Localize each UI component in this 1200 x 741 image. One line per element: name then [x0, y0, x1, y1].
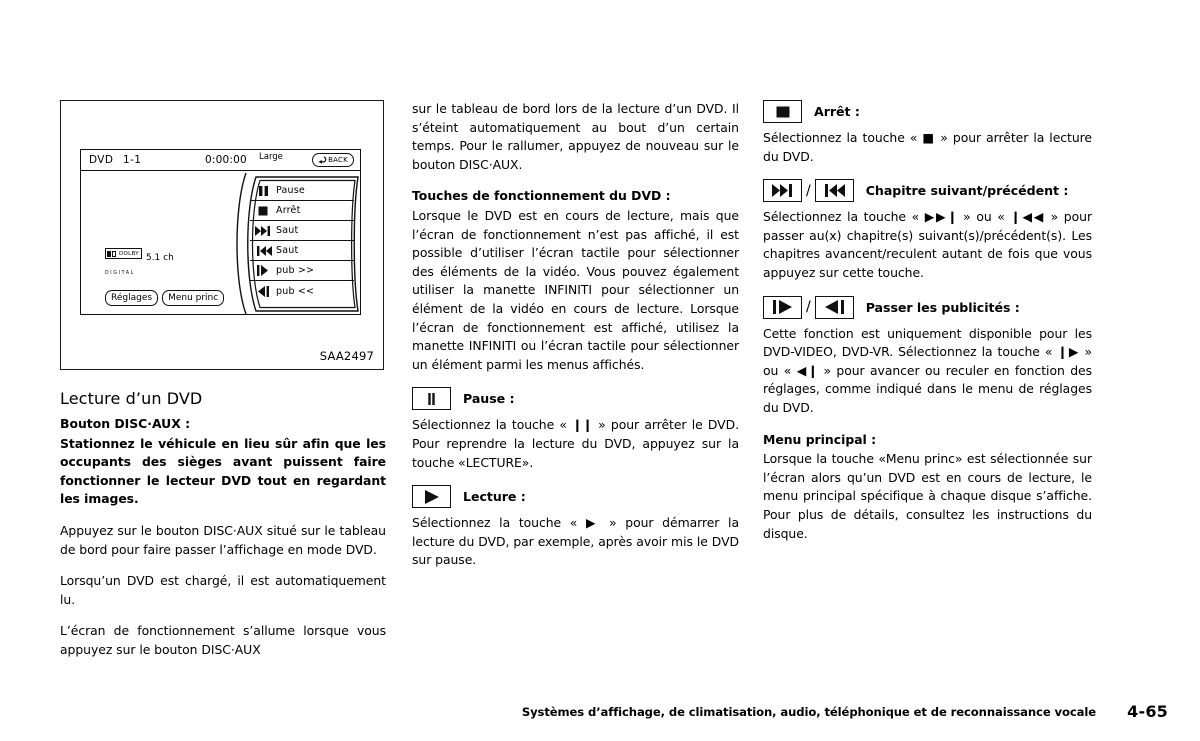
- paragraph-3: L’écran de fonctionnement s’allume lorsq…: [60, 623, 386, 657]
- column-three: Arrêt : Sélectionnez la touche « ■ » pou…: [763, 100, 1092, 556]
- dolby-digital-logo: DOLBY DIGITAL: [105, 248, 142, 278]
- heading-play-label: Lecture :: [463, 489, 526, 505]
- figure-code: SAA2497: [319, 349, 374, 363]
- skip-backward-icon: [250, 245, 276, 256]
- play-body: Sélectionnez la touche « ▶ » pour démarr…: [412, 515, 739, 568]
- pause-icon: [412, 387, 451, 411]
- channel-count: 5.1 ch: [145, 253, 174, 263]
- subheading-dvd-keys: Touches de fonctionnement du DVD :: [412, 188, 671, 204]
- heading-pause-label: Pause :: [463, 391, 515, 407]
- pause-body: Sélectionnez la touche « ❙❙ » pour arrêt…: [412, 417, 739, 470]
- page-footer: Systèmes d’affichage, de climatisation, …: [0, 697, 1200, 721]
- playback-time: 0:00:00: [205, 154, 247, 166]
- control-pause-label: Pause: [276, 185, 305, 196]
- subheading-disc-aux: Bouton DISC·AUX :: [60, 416, 191, 431]
- back-button-label: BACK: [328, 156, 348, 164]
- control-skip-prev-label: Saut: [276, 245, 299, 256]
- manual-page: DVD 1-1 0:00:00 Large BACK DOLBY DIGITAL…: [0, 0, 1200, 741]
- column-two: sur le tableau de bord lors de la lectur…: [412, 100, 739, 583]
- chapter-body: Sélectionnez la touche « ▶▶❙ » ou « ❙◀◀ …: [763, 209, 1092, 280]
- adskip-body: Cette fonction est uniquement disponible…: [763, 325, 1092, 415]
- dvd-control-list: Pause Arrêt Saut Saut pub >> pub <<: [250, 181, 354, 301]
- footer-chapter-title: Systèmes d’affichage, de climatisation, …: [521, 705, 1096, 719]
- footer-page-number: 4-65: [1127, 702, 1168, 721]
- control-stop-label: Arrêt: [276, 205, 301, 216]
- heading-stop: Arrêt :: [763, 100, 1092, 123]
- heading-mainmenu: Menu principal :: [763, 431, 877, 447]
- control-skip-next[interactable]: Saut: [250, 221, 354, 241]
- control-stop[interactable]: Arrêt: [250, 201, 354, 221]
- screen-status-bar: DVD 1-1 0:00:00 Large BACK: [81, 150, 360, 171]
- track-label: 1-1: [123, 154, 142, 166]
- control-pause[interactable]: Pause: [250, 181, 354, 201]
- continuation-paragraph: sur le tableau de bord lors de la lectur…: [412, 101, 739, 172]
- skip-forward-icon: [763, 179, 802, 203]
- source-label: DVD: [89, 154, 114, 166]
- intro-paragraph: Lorsque le DVD est en cours de lecture, …: [412, 207, 739, 372]
- digital-wordmark: DIGITAL: [105, 271, 135, 276]
- mainmenu-body: Lorsque la touche «Menu princ» est sélec…: [763, 451, 1092, 541]
- heading-chapter-label: Chapitre suivant/précédent :: [865, 183, 1069, 199]
- warning-paragraph: Stationnez le véhicule en lieu sûr afin …: [60, 435, 386, 507]
- stop-icon: [250, 206, 276, 216]
- ad-skip-forward-icon: [250, 265, 276, 276]
- slash-separator: /: [806, 299, 811, 316]
- slash-separator: /: [806, 182, 811, 199]
- column-one: DVD 1-1 0:00:00 Large BACK DOLBY DIGITAL…: [60, 100, 386, 673]
- control-ad-skip-backward-label: pub <<: [276, 285, 315, 297]
- skip-backward-icon: [814, 179, 854, 203]
- page-title: Lecture d’un DVD: [60, 389, 203, 408]
- ad-skip-forward-icon: [763, 295, 802, 319]
- pause-icon: [250, 185, 276, 196]
- settings-button[interactable]: Réglages: [105, 290, 159, 306]
- control-ad-skip-forward-label: pub >>: [276, 265, 315, 276]
- heading-stop-label: Arrêt :: [814, 104, 860, 119]
- dvd-screen-figure: DVD 1-1 0:00:00 Large BACK DOLBY DIGITAL…: [60, 100, 384, 370]
- dolby-wordmark: DOLBY: [119, 250, 139, 257]
- heading-pause: Pause :: [412, 387, 739, 411]
- heading-adskip: / Passer les publicités :: [763, 295, 1092, 319]
- stop-icon: [763, 100, 802, 123]
- heading-chapter: / Chapitre suivant/précédent :: [763, 179, 1092, 203]
- paragraph-2: Lorsqu’un DVD est chargé, il est automat…: [60, 573, 386, 607]
- control-ad-skip-backward[interactable]: pub <<: [250, 281, 354, 301]
- control-skip-next-label: Saut: [276, 225, 299, 236]
- main-menu-button[interactable]: Menu princ: [162, 290, 225, 306]
- paragraph-1: Appuyez sur le bouton DISC·AUX situé sur…: [60, 522, 386, 557]
- play-icon: [412, 485, 451, 509]
- control-ad-skip-forward[interactable]: pub >>: [250, 261, 354, 281]
- heading-adskip-label: Passer les publicités :: [865, 299, 1020, 315]
- heading-play: Lecture :: [412, 485, 739, 509]
- back-arrow-icon: [318, 156, 327, 164]
- dvd-control-panel: Pause Arrêt Saut Saut pub >> pub <<: [224, 171, 360, 316]
- dvd-operation-screen: DVD 1-1 0:00:00 Large BACK DOLBY DIGITAL…: [80, 149, 361, 315]
- skip-forward-icon: [250, 225, 276, 236]
- aspect-label: Large: [259, 152, 283, 162]
- ad-skip-backward-icon: [250, 285, 276, 297]
- control-skip-prev[interactable]: Saut: [250, 241, 354, 261]
- ad-skip-backward-icon: [814, 295, 854, 319]
- audio-format-indicator: DOLBY DIGITAL 5.1 ch: [105, 248, 174, 278]
- stop-body: Sélectionnez la touche « ■ » pour arrête…: [763, 130, 1092, 164]
- back-button[interactable]: BACK: [312, 153, 354, 167]
- screen-button-row: Réglages Menu princ: [105, 290, 225, 306]
